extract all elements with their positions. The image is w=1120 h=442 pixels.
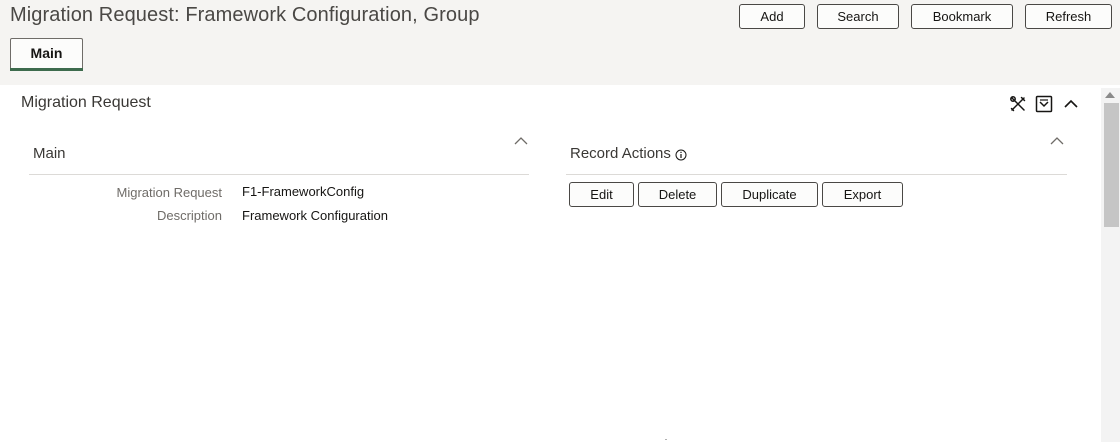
tab-main[interactable]: Main xyxy=(10,38,83,71)
duplicate-button[interactable]: Duplicate xyxy=(721,182,818,207)
add-button[interactable]: Add xyxy=(739,4,805,29)
panel-title: Migration Request xyxy=(21,94,151,111)
tab-main-label: Main xyxy=(30,45,63,61)
field-value-migration-request: F1-FrameworkConfig xyxy=(242,184,365,199)
page-header: Migration Request: Framework Configurati… xyxy=(0,0,1120,85)
collapse-chevron-icon[interactable] xyxy=(1062,95,1080,113)
field-label-migration-request: Migration Request xyxy=(116,185,223,200)
record-actions-collapse-icon[interactable] xyxy=(1050,136,1064,146)
delete-button[interactable]: Delete xyxy=(638,182,717,207)
main-section-collapse-icon[interactable] xyxy=(514,136,528,146)
bookmark-button[interactable]: Bookmark xyxy=(911,4,1013,29)
resize-marker xyxy=(665,439,667,440)
field-label-description: Description xyxy=(156,208,222,223)
record-actions-divider xyxy=(566,174,1067,175)
refresh-button[interactable]: Refresh xyxy=(1025,4,1112,29)
edit-button[interactable]: Edit xyxy=(569,182,634,207)
main-section-divider xyxy=(29,174,529,175)
dropdown-menu-icon[interactable] xyxy=(1035,95,1053,113)
search-button[interactable]: Search xyxy=(817,4,899,29)
record-actions-title: Record Actions xyxy=(570,145,671,162)
tools-icon[interactable] xyxy=(1009,95,1027,113)
page-title: Migration Request: Framework Configurati… xyxy=(10,4,480,26)
info-icon[interactable] xyxy=(675,149,687,161)
export-button[interactable]: Export xyxy=(822,182,903,207)
active-tab-indicator xyxy=(10,68,83,71)
main-section-title: Main xyxy=(33,145,66,162)
scroll-up-arrow-icon[interactable] xyxy=(1105,92,1115,98)
field-value-description: Framework Configuration xyxy=(242,208,388,223)
scrollbar-thumb[interactable] xyxy=(1104,103,1119,227)
